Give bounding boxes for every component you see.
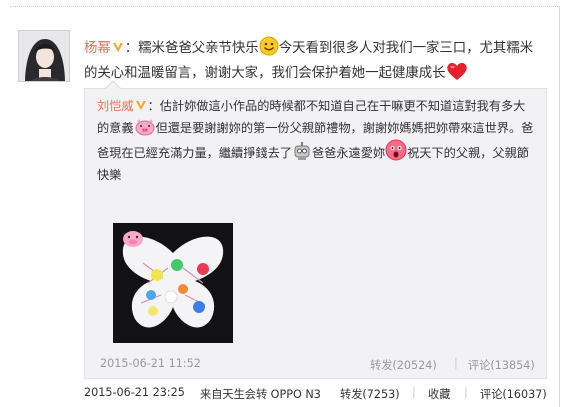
post-source[interactable]: 来自天生会转 OPPO N3 <box>200 386 321 402</box>
retweet-comment-button[interactable]: 评论(13854) <box>468 357 535 373</box>
retweet-colon: ： <box>147 99 160 113</box>
smile-emoji-icon <box>259 36 279 56</box>
post-separator-1: | <box>412 386 416 399</box>
avatar-photo <box>19 31 69 81</box>
verified-v-icon <box>112 43 123 52</box>
robot-emoji-icon <box>294 142 310 160</box>
heart-emoji-icon <box>446 62 467 80</box>
retweet-separator: | <box>454 357 458 370</box>
post-forward-button[interactable]: 转发(7253) <box>340 386 400 402</box>
pig-sticker <box>123 231 143 247</box>
top-divider <box>10 6 558 7</box>
retweet-forward-button[interactable]: 转发(20524) <box>370 357 437 373</box>
verified-v-icon <box>135 101 146 110</box>
post-text-part1: 糯米爸爸父亲节快乐 <box>138 41 259 56</box>
author-name[interactable]: 杨幂 <box>84 41 111 56</box>
surprised-emoji-icon <box>385 139 407 161</box>
butterfly-craft-image <box>113 223 233 343</box>
post-comment-button[interactable]: 评论(16037) <box>480 386 547 402</box>
post-text: 杨幂 ：糯米爸爸父亲节快乐 今天看到很多人对我们一家三口，尤其糯米的关心和温暖留言，… <box>84 36 546 86</box>
post-colon: ： <box>124 41 139 56</box>
post-timestamp[interactable]: 2015-06-21 23:25 <box>84 386 185 399</box>
frame-border <box>559 6 560 407</box>
pig-emoji-icon <box>135 119 155 136</box>
retweet-box: 刘恺威 ：估計妳做這小作品的時候都不知道自己在干嘛更不知道這對我有多大的意義 但還是… <box>84 80 547 379</box>
post-separator-2: | <box>464 386 468 399</box>
post-favorite-button[interactable]: 收藏 <box>428 386 450 402</box>
retweet-photo[interactable] <box>113 223 233 343</box>
avatar[interactable] <box>18 30 70 82</box>
retweet-timestamp[interactable]: 2015-06-21 11:52 <box>100 357 201 370</box>
retweet-text: 刘恺威 ：估計妳做這小作品的時候都不知道自己在干嘛更不知道這對我有多大的意義 但還是… <box>97 95 537 186</box>
retweet-pointer-fill <box>106 82 120 89</box>
retweet-text-part3: 爸爸永遠愛妳 <box>312 146 386 160</box>
retweet-author-name[interactable]: 刘恺威 <box>97 99 134 113</box>
